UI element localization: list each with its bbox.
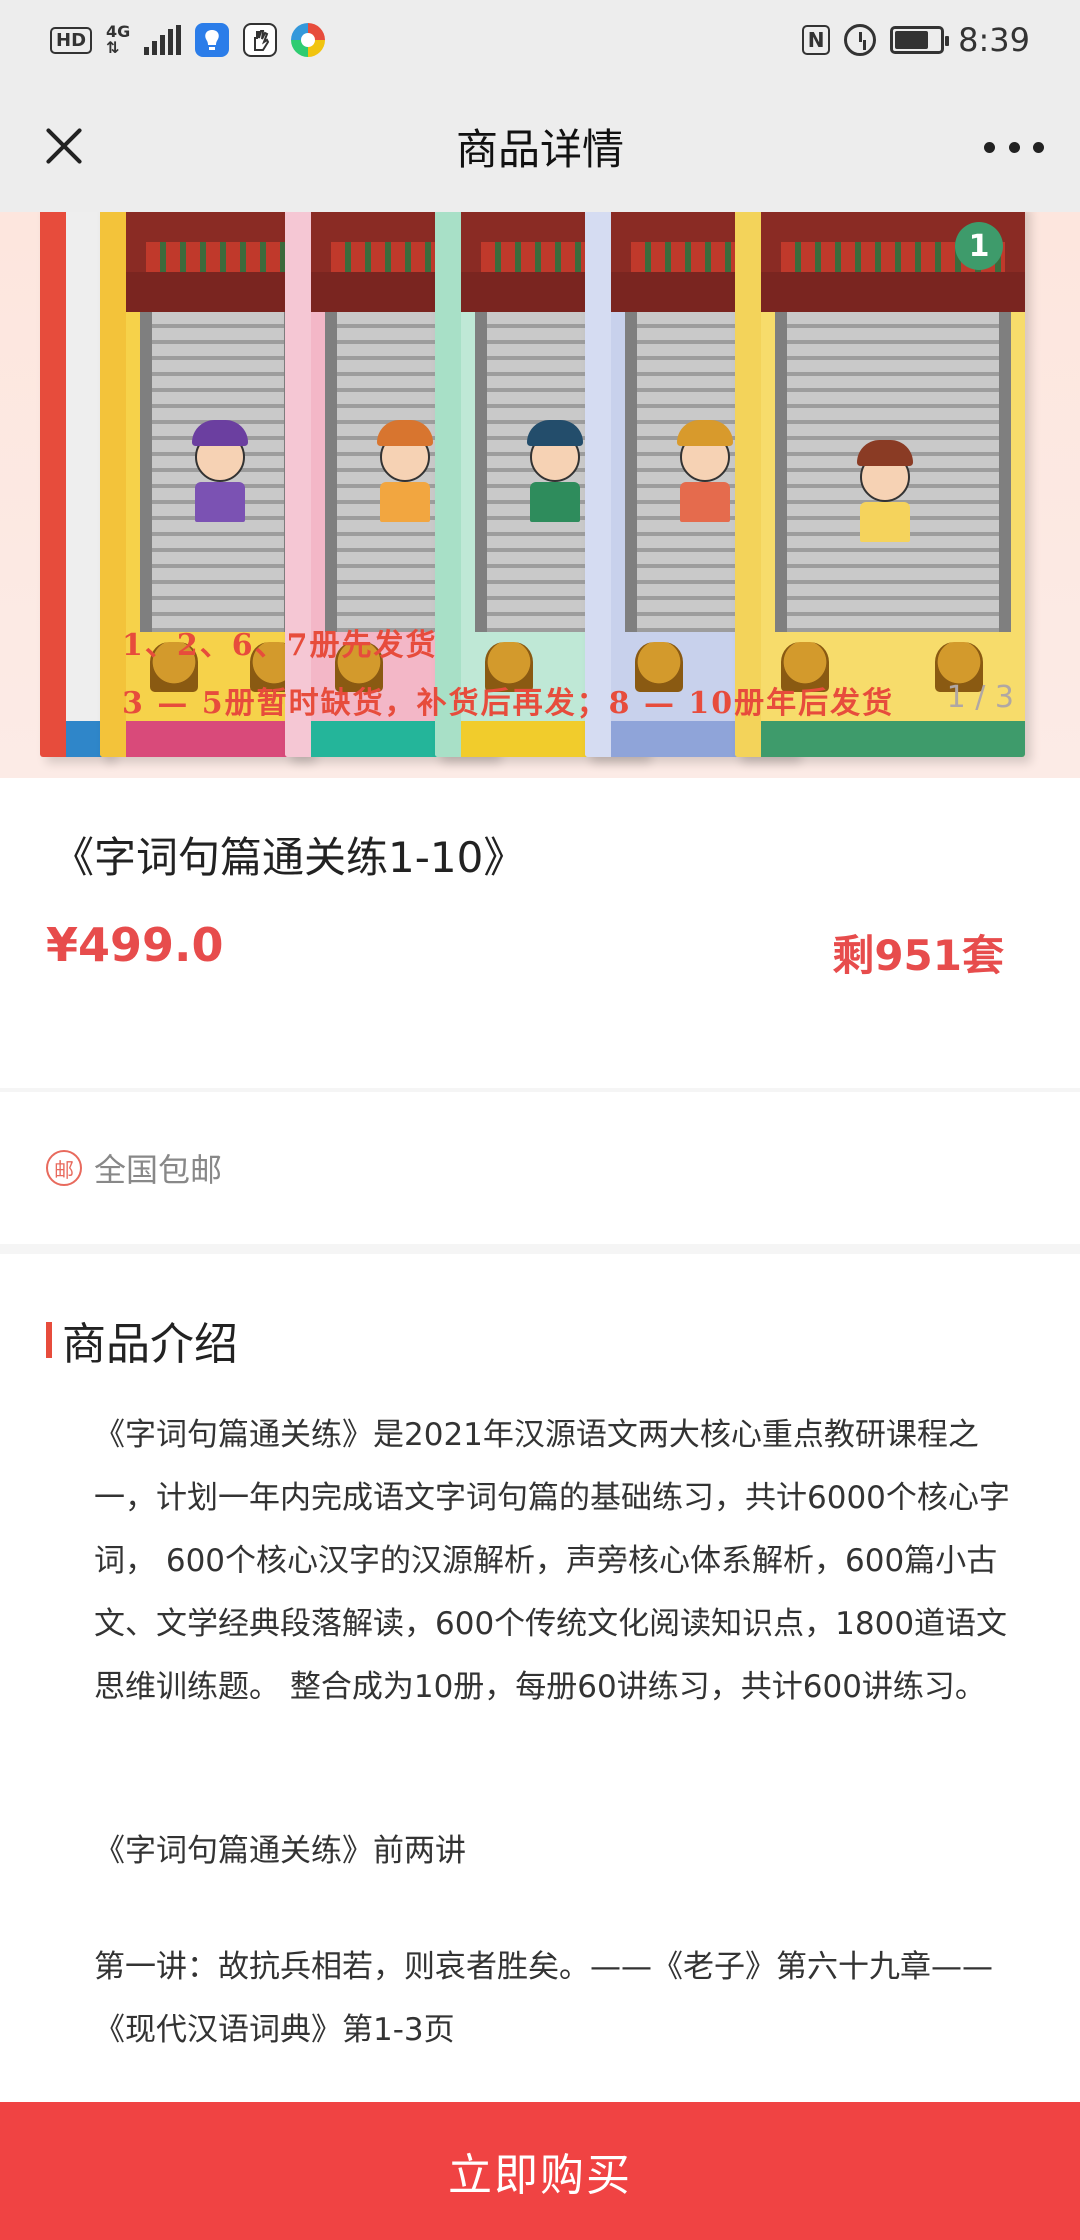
clock-time: 8:39 [958, 21, 1030, 59]
network-activity-label: ⇅ [106, 38, 120, 57]
buy-now-button[interactable]: 立即购买 [0, 2102, 1080, 2240]
status-right: N 8:39 [802, 21, 1030, 59]
product-info-card: 《字词句篇通关练1-10》 ¥499.0 剩951套 [0, 778, 1080, 1088]
product-stock: 剩951套 [832, 931, 1004, 980]
intro-title: 商品介绍 [62, 1319, 238, 1370]
product-name: 《字词句篇通关练1-10》 [52, 833, 526, 882]
status-left: HD 4G ⇅ [50, 23, 326, 57]
hd-icon: HD [50, 26, 93, 54]
hand-app-icon [243, 23, 278, 57]
color-app-icon [291, 23, 326, 57]
section-accent-bar [46, 1322, 52, 1358]
shipping-label: 全国包邮 [94, 1151, 223, 1189]
banner-shipping-note-2: 3 — 5册暂时缺货，补货后再发；8 — 10册年后发货 [122, 686, 895, 721]
product-image-carousel[interactable]: 1 1、2、6、7册先发货 3 — 5册暂时缺货，补货后再发；8 — 10册年后… [0, 212, 1080, 778]
product-price: ¥499.0 [46, 918, 224, 972]
nav-bar: 商品详情 [0, 80, 1080, 212]
intro-paragraph: 第一讲：故抗兵相若，则哀者胜矣。——《老子》第六十九章——《现代汉语词典》第1-… [94, 1949, 993, 2048]
network-type-icon: 4G ⇅ [106, 24, 130, 56]
buy-now-label: 立即购买 [448, 2151, 632, 2200]
intro-heading: 商品介绍 [46, 1308, 238, 1372]
signal-icon [144, 25, 182, 55]
more-icon[interactable] [984, 132, 1044, 162]
page-title: 商品详情 [455, 124, 624, 174]
product-intro-section: 商品介绍 《字词句篇通关练》是2021年汉源语文两大核心重点教研课程之一，计划一… [0, 1254, 1080, 2102]
close-icon[interactable] [36, 118, 92, 174]
nfc-icon: N [802, 25, 831, 55]
battery-fill [895, 31, 929, 49]
shipping-info: 邮 全国包邮 [0, 1092, 1080, 1244]
status-bar: HD 4G ⇅ N 8:39 [0, 0, 1080, 80]
intro-paragraph: 《字词句篇通关练》是2021年汉源语文两大核心重点教研课程之一，计划一年内完成语… [94, 1417, 1010, 1705]
carousel-page-indicator: 1 / 3 [946, 680, 1014, 715]
mail-icon: 邮 [46, 1150, 82, 1186]
lightbulb-app-icon [195, 23, 230, 57]
battery-icon [890, 26, 950, 54]
banner-shipping-note-1: 1、2、6、7册先发货 [122, 628, 438, 663]
book-cover-1: 1 [735, 212, 1025, 757]
cover-volume-number: 1 [955, 222, 1003, 270]
intro-paragraph: 《字词句篇通关练》前两讲 [94, 1833, 466, 1869]
alarm-icon [844, 24, 877, 56]
book-cover-4 [100, 212, 310, 757]
